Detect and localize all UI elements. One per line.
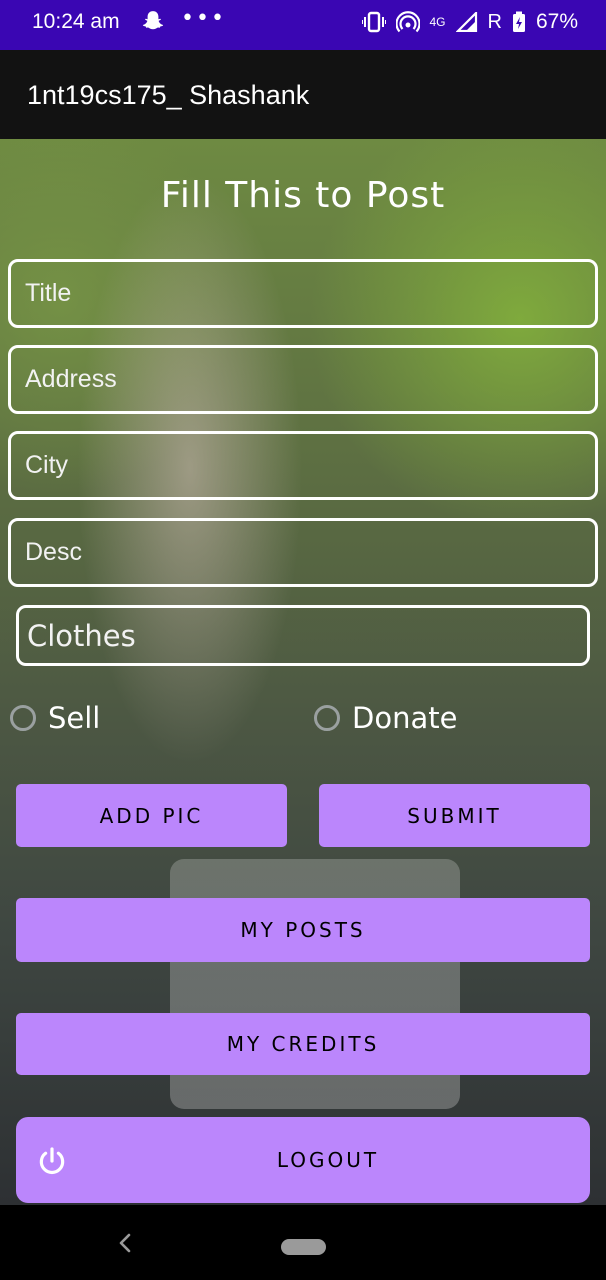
address-placeholder: Address xyxy=(25,365,117,393)
logout-button[interactable]: LOGOUT xyxy=(16,1117,590,1203)
address-input[interactable]: Address xyxy=(8,345,598,414)
my-credits-button[interactable]: MY CREDITS xyxy=(16,1013,590,1075)
city-placeholder: City xyxy=(25,451,69,479)
donate-radio[interactable]: Donate xyxy=(314,701,457,735)
snapchat-icon xyxy=(142,11,164,30)
add-pic-button[interactable]: ADD PIC xyxy=(16,784,287,847)
sell-radio[interactable]: Sell xyxy=(10,701,100,735)
back-icon[interactable] xyxy=(116,1232,134,1254)
donate-radio-circle[interactable] xyxy=(314,705,340,731)
category-field[interactable]: Clothes xyxy=(16,605,590,666)
power-icon xyxy=(39,1147,65,1175)
home-pill-icon[interactable] xyxy=(281,1239,326,1255)
desc-input[interactable]: Desc xyxy=(8,518,598,587)
network-type-label: 4G xyxy=(429,15,446,29)
app-title: 1nt19cs175_ Shashank xyxy=(27,80,310,110)
desc-placeholder: Desc xyxy=(25,538,82,566)
more-dots-icon: ••• xyxy=(181,6,226,31)
page-title: Fill This to Post xyxy=(160,175,446,216)
status-icons: 4G R 67% xyxy=(361,10,578,34)
title-input[interactable]: Title xyxy=(8,259,598,328)
navigation-bar xyxy=(0,1205,606,1280)
title-placeholder: Title xyxy=(25,279,72,307)
my-credits-label: MY CREDITS xyxy=(226,1032,380,1056)
my-posts-label: MY POSTS xyxy=(240,918,366,942)
post-form-screen: Fill This to Post Title Address City Des… xyxy=(0,139,606,1205)
add-pic-label: ADD PIC xyxy=(99,803,204,828)
submit-button[interactable]: SUBMIT xyxy=(319,784,590,847)
battery-icon xyxy=(512,11,525,32)
roaming-label: R xyxy=(487,10,502,33)
logout-label: LOGOUT xyxy=(276,1148,380,1172)
my-posts-button[interactable]: MY POSTS xyxy=(16,898,590,962)
status-bar: 10:24 am ••• 4G R 67% xyxy=(0,0,606,50)
category-value: Clothes xyxy=(27,618,136,653)
hotspot-icon xyxy=(395,11,420,33)
status-time: 10:24 am xyxy=(32,10,120,33)
donate-radio-label: Donate xyxy=(352,701,458,735)
battery-percent: 67% xyxy=(535,10,578,33)
app-bar: 1nt19cs175_ Shashank xyxy=(0,50,606,139)
city-input[interactable]: City xyxy=(8,431,598,500)
sell-radio-label: Sell xyxy=(48,701,101,735)
submit-label: SUBMIT xyxy=(407,803,502,828)
vibrate-icon xyxy=(361,11,386,33)
sell-radio-circle[interactable] xyxy=(10,705,36,731)
signal-icon xyxy=(455,12,477,32)
